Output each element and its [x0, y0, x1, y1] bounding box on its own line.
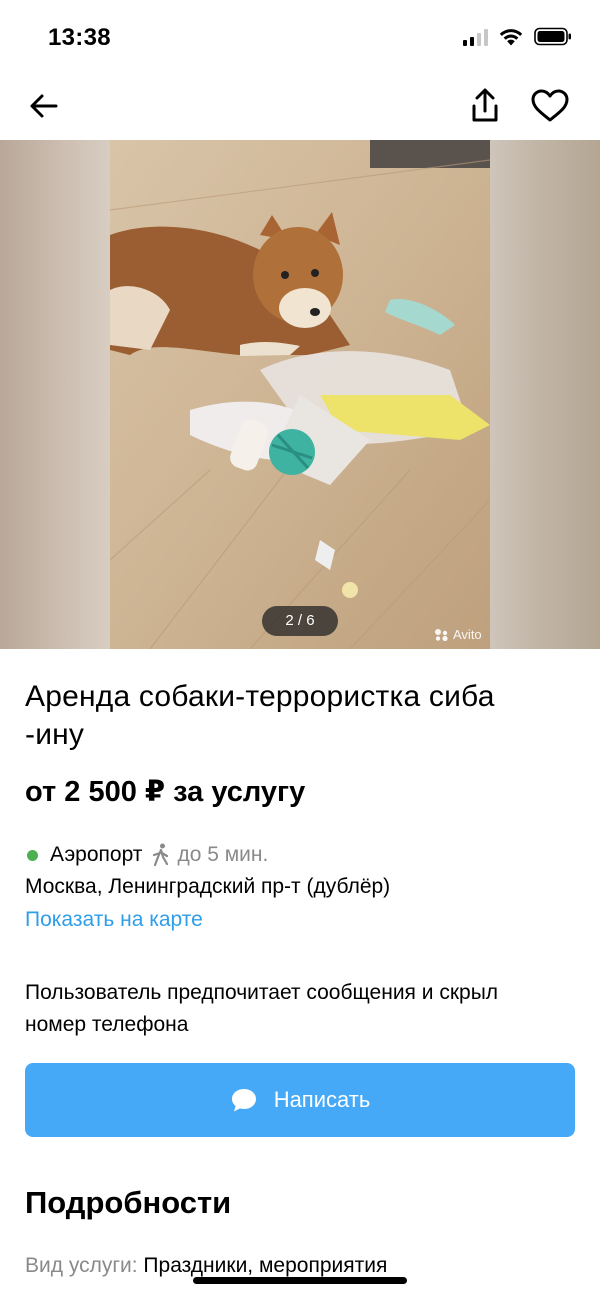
listing-title-line-1: Аренда собаки-террористка сиба — [25, 680, 495, 713]
metro-station: Аэропорт — [50, 843, 143, 866]
gallery-blur-right — [490, 140, 600, 649]
service-type-key: Вид услуги: — [25, 1254, 138, 1277]
wifi-icon — [499, 29, 523, 46]
contact-note-line-1: Пользователь предпочитает сообщения и ск… — [25, 981, 499, 1004]
watermark-text: Avito — [453, 627, 482, 642]
home-indicator[interactable] — [193, 1277, 407, 1284]
gallery-blur-left — [0, 140, 110, 649]
listing-price: от 2 500 ₽ за услугу — [25, 776, 306, 808]
avito-watermark: Avito — [434, 627, 482, 642]
photo-gallery[interactable]: 2 / 6 Avito — [0, 140, 600, 649]
share-icon[interactable] — [467, 86, 503, 126]
address: Москва, Ленинградский пр-т (дублёр) — [25, 875, 391, 898]
metro-walk-time: до 5 мин. — [177, 843, 269, 866]
contact-preference-note: Пользователь предпочитает сообщения и ск… — [25, 977, 575, 1041]
status-bar: 13:38 — [0, 0, 600, 76]
walking-person-icon — [153, 843, 169, 867]
listing-title-line-2: -ину — [25, 718, 85, 751]
status-time: 13:38 — [48, 24, 111, 51]
photo-counter: 2 / 6 — [262, 606, 338, 636]
top-navigation-bar — [0, 76, 600, 138]
metro-info: Аэропорт до 5 мин. — [25, 840, 575, 870]
favorite-heart-icon[interactable] — [530, 88, 570, 124]
listing-photo-shiba-inu[interactable] — [110, 140, 490, 649]
battery-icon — [534, 27, 571, 46]
contact-note-line-2: номер телефона — [25, 1013, 189, 1036]
chat-bubble-icon — [231, 1089, 256, 1112]
service-type-value: Праздники, мероприятия — [143, 1254, 388, 1277]
write-message-button[interactable]: Написать — [25, 1063, 575, 1137]
show-on-map-link[interactable]: Показать на карте — [25, 905, 575, 935]
cellular-signal-icon — [463, 28, 488, 46]
status-icons — [463, 27, 572, 46]
back-arrow-icon[interactable] — [26, 88, 62, 124]
avito-logo-icon — [435, 628, 448, 641]
details-heading: Подробности — [25, 1185, 232, 1220]
listing-title: Аренда собаки-террористка сиба -ину — [25, 678, 575, 754]
metro-line-dot-icon — [27, 849, 38, 861]
write-button-label: Написать — [273, 1087, 371, 1112]
